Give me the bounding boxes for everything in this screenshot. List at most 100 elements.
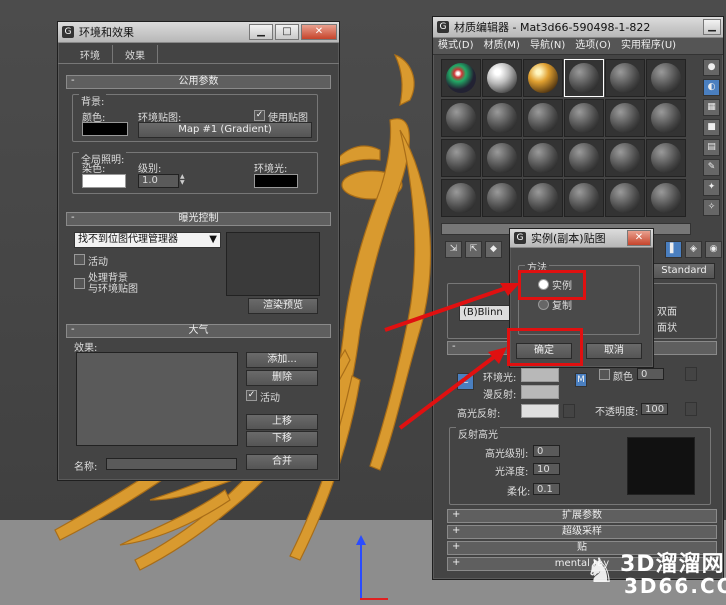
options-icon[interactable]: ✦ [703,179,720,196]
specular-map-slot[interactable] [563,404,575,418]
minimize-button[interactable]: ▁ [249,24,273,40]
rollout-atmosphere[interactable]: - 大气 [66,324,331,338]
shader-dropdown[interactable]: (B)Blinn [459,305,516,321]
dialog-close-button[interactable]: ✕ [627,230,651,246]
menu-options[interactable]: 选项(O) [570,38,616,54]
soften-spinner[interactable]: 0.1 [533,483,560,495]
sample-slot[interactable] [646,99,686,137]
go-forward-sibling-icon[interactable]: ◉ [705,241,722,258]
glossiness-spinner[interactable]: 10 [533,463,560,475]
effect-active-checkbox[interactable]: ✓ [246,390,257,401]
background-checker-icon[interactable]: ▦ [703,99,720,116]
sample-slot[interactable] [523,99,563,137]
lock-ambient-diffuse-icon[interactable]: C [457,373,474,390]
opacity-spinner[interactable]: 100 [641,403,668,415]
tint-swatch[interactable] [82,174,126,188]
tab-effects[interactable]: 效果 [113,45,158,63]
exposure-dropdown[interactable]: 找不到位图代理管理器 ▼ [74,232,221,248]
ambient-map-icon[interactable]: M [575,373,587,387]
show-map-icon[interactable]: ▌ [665,241,682,258]
sample-slot[interactable] [441,179,481,217]
app-logo-icon: G [62,26,74,38]
sample-slot[interactable] [605,139,645,177]
sample-slot[interactable] [482,59,522,97]
opacity-map-slot[interactable] [685,402,697,416]
sample-slot[interactable] [523,139,563,177]
rollout-exposure-control[interactable]: - 曝光控制 [66,212,331,226]
rollout-common-params[interactable]: - 公用参数 [66,75,331,89]
sample-slot[interactable] [605,99,645,137]
level-spinner[interactable]: 1.0 [138,174,179,188]
menu-utilities[interactable]: 实用程序(U) [616,38,681,54]
menu-material[interactable]: 材质(M) [479,38,525,54]
specular-color-swatch[interactable] [521,404,559,418]
add-effect-button[interactable]: 添加... [246,352,318,368]
close-button[interactable]: ✕ [301,24,337,40]
dialog-title: 实例(副本)贴图 [531,232,606,245]
sample-slot[interactable] [482,99,522,137]
assign-to-selection-icon[interactable]: ◆ [485,241,502,258]
self-illum-color-checkbox[interactable] [599,369,610,380]
get-material-icon[interactable]: ⇲ [445,241,462,258]
sample-slot[interactable] [564,139,604,177]
level-spinner-arrows[interactable]: ▲ ▼ [180,174,188,186]
self-illum-map-slot[interactable] [685,367,697,381]
rollout-extended-params[interactable]: + 扩展参数 [447,509,717,523]
uv-tiling-icon[interactable]: ■ [703,119,720,136]
exposure-preview [226,232,320,296]
video-color-check-icon[interactable]: ▤ [703,139,720,156]
move-up-button[interactable]: 上移 [246,414,318,430]
render-preview-button[interactable]: 渲染预览 [248,298,318,314]
sample-slot[interactable] [441,59,481,97]
menu-mode[interactable]: 模式(D) [433,38,479,54]
go-to-parent-icon[interactable]: ◈ [685,241,702,258]
sample-slot[interactable] [441,139,481,177]
exposure-active-checkbox[interactable] [74,254,85,265]
select-by-material-icon[interactable]: ✧ [703,199,720,216]
env-titlebar[interactable]: G 环境和效果 ▁ □ ✕ [58,22,339,43]
spec-level-spinner[interactable]: 0 [533,445,560,457]
mat-titlebar[interactable]: G 材质编辑器 - Mat3d66-590498-1-822 ▁ [433,17,723,38]
process-bg-checkbox[interactable] [74,278,85,289]
sample-slot[interactable] [564,99,604,137]
make-preview-icon[interactable]: ✎ [703,159,720,176]
sample-slot[interactable] [605,59,645,97]
material-type-button[interactable]: Standard [653,263,715,279]
sample-slot[interactable] [482,179,522,217]
tab-environment[interactable]: 环境 [68,45,113,63]
effect-name-field[interactable] [106,458,237,470]
dialog-titlebar[interactable]: G 实例(副本)贴图 ✕ [510,229,653,248]
sample-slot[interactable] [646,179,686,217]
sample-slot[interactable] [482,139,522,177]
sample-type-icon[interactable]: ● [703,59,720,76]
copy-radio[interactable] [538,299,549,310]
effects-list[interactable] [76,352,238,446]
env-map-button[interactable]: Map #1 (Gradient) [138,122,312,138]
menu-navigation[interactable]: 导航(N) [525,38,570,54]
cancel-button[interactable]: 取消 [586,343,642,359]
ambient-swatch[interactable] [254,174,298,188]
delete-effect-button[interactable]: 删除 [246,370,318,386]
sample-slot[interactable] [441,99,481,137]
move-down-button[interactable]: 下移 [246,431,318,447]
maximize-button[interactable]: □ [275,24,299,40]
self-illum-spinner[interactable]: 0 [637,368,664,380]
sample-slot[interactable] [523,179,563,217]
self-illum-label: 颜色 [613,372,633,383]
rollout-supersampling[interactable]: + 超级采样 [447,525,717,539]
bg-color-swatch[interactable] [82,122,128,136]
sample-slot[interactable] [564,179,604,217]
sample-slot[interactable] [646,59,686,97]
diffuse-color-swatch[interactable] [521,385,559,399]
sample-slot[interactable] [605,179,645,217]
sample-slot[interactable] [523,59,563,97]
merge-button[interactable]: 合并 [246,454,318,470]
mat-window-title: 材质编辑器 - Mat3d66-590498-1-822 [454,21,651,34]
backlight-icon[interactable]: ◐ [703,79,720,96]
sample-slot-active[interactable] [564,59,604,97]
ambient-color-swatch[interactable] [521,368,559,382]
put-to-scene-icon[interactable]: ⇱ [465,241,482,258]
sample-slot[interactable] [646,139,686,177]
use-map-checkbox[interactable]: ✓ [254,110,265,121]
minimize-button[interactable]: ▁ [703,19,721,35]
